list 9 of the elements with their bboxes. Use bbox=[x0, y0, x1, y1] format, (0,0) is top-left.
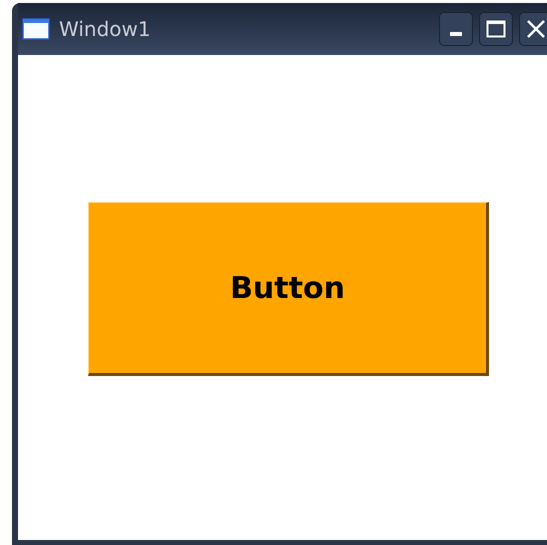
minimize-button[interactable] bbox=[439, 12, 473, 46]
window-icon bbox=[22, 18, 50, 40]
minimize-icon bbox=[450, 32, 462, 36]
close-icon bbox=[526, 19, 546, 39]
window-title: Window1 bbox=[59, 16, 151, 43]
maximize-icon bbox=[486, 20, 506, 38]
close-button[interactable] bbox=[519, 12, 547, 46]
maximize-button[interactable] bbox=[479, 12, 513, 46]
action-button[interactable]: Button bbox=[88, 202, 489, 376]
